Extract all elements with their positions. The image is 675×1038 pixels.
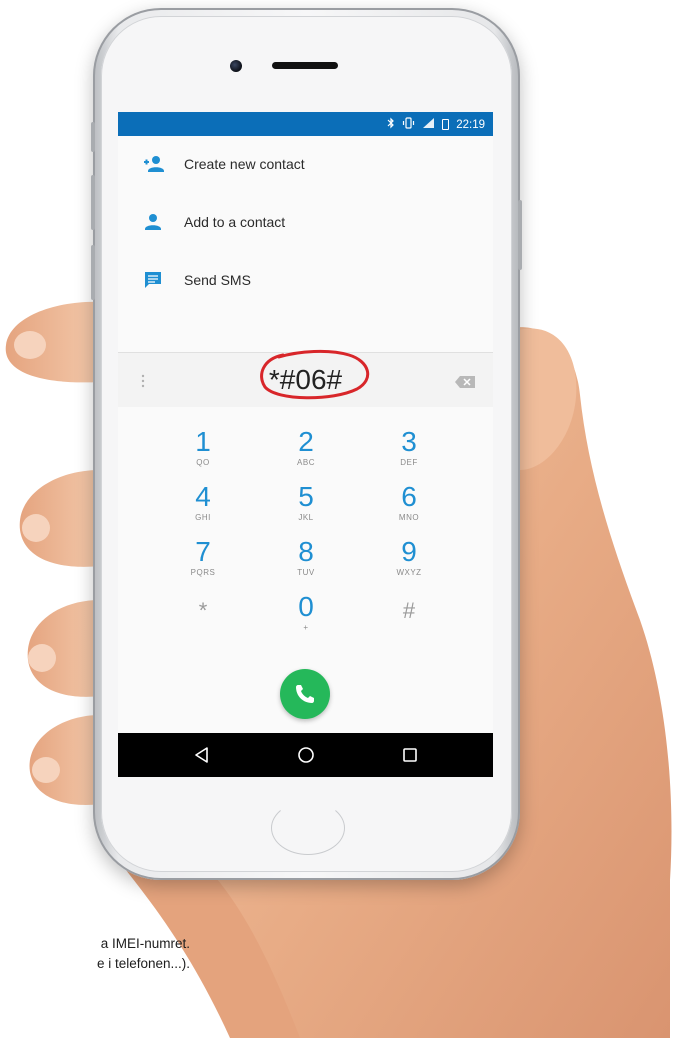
key-5[interactable]: 5 JKL	[261, 482, 351, 542]
add-person-icon	[144, 156, 164, 172]
vibrate-icon	[402, 117, 415, 132]
key-2[interactable]: 2 ABC	[261, 427, 351, 487]
menu-label-create: Create new contact	[184, 156, 305, 172]
home-button[interactable]	[271, 801, 345, 855]
phone-icon	[296, 685, 314, 703]
key-7[interactable]: 7 PQRS	[158, 537, 248, 597]
caption-line-2: e i telefonen...).	[96, 956, 190, 971]
dial-number-bar: *#06#	[118, 349, 493, 408]
menu-item-create-new-contact[interactable]: Create new contact	[118, 136, 493, 192]
key-8[interactable]: 8 TUV	[261, 537, 351, 597]
recents-icon[interactable]	[400, 745, 420, 765]
status-icons: 22:19	[387, 117, 485, 132]
menu-label-add: Add to a contact	[184, 214, 286, 230]
power-button	[518, 200, 522, 270]
menu-label-sms: Send SMS	[184, 272, 251, 288]
key-3[interactable]: 3 DEF	[364, 427, 454, 487]
status-time: 22:19	[456, 118, 485, 131]
menu-item-send-sms[interactable]: Send SMS	[118, 252, 493, 308]
key-6[interactable]: 6 MNO	[364, 482, 454, 542]
bluetooth-icon	[387, 117, 395, 132]
front-camera	[230, 60, 242, 72]
menu-item-add-to-contact[interactable]: Add to a contact	[118, 194, 493, 250]
phone-screen: 22:19 Create new contact Add to a contac…	[118, 112, 493, 777]
caption-line-1: a IMEI-numret.	[100, 936, 190, 951]
backspace-icon[interactable]	[454, 375, 476, 389]
key-4[interactable]: 4 GHI	[158, 482, 248, 542]
person-icon	[145, 214, 161, 230]
key-1[interactable]: 1 QO	[158, 427, 248, 487]
call-button[interactable]	[280, 669, 330, 719]
mute-switch	[91, 122, 95, 152]
key-9[interactable]: 9 WXYZ	[364, 537, 454, 597]
signal-icon	[422, 117, 435, 132]
back-icon[interactable]	[192, 745, 212, 765]
status-bar: 22:19	[118, 112, 493, 136]
navigation-bar	[118, 733, 493, 777]
key-0[interactable]: 0 +	[261, 592, 351, 652]
key-hash[interactable]: #	[364, 592, 454, 652]
earpiece-speaker	[272, 62, 338, 69]
message-icon	[145, 272, 161, 288]
home-nav-icon[interactable]	[296, 745, 316, 765]
volume-down-button	[91, 245, 95, 300]
volume-up-button	[91, 175, 95, 230]
dial-keypad: 1 QO 2 ABC 3 DEF 4 GHI 5 JKL 6 MNO 7 PQR…	[118, 407, 493, 707]
key-star[interactable]: *	[158, 592, 248, 652]
battery-icon	[442, 119, 450, 130]
dialed-number[interactable]: *#06#	[118, 364, 493, 396]
contact-actions-menu: Create new contact Add to a contact Send…	[118, 136, 493, 346]
